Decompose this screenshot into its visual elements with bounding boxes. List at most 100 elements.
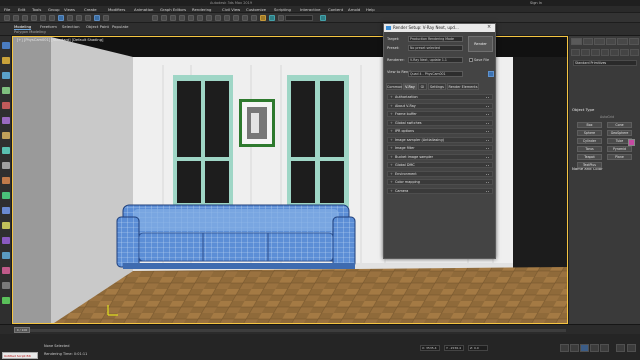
rollout-camera[interactable]: Camera xyxy=(387,187,493,194)
xref-icon[interactable] xyxy=(2,237,10,244)
render-setup-icon[interactable] xyxy=(269,15,275,21)
time-slider[interactable]: 0 / 100 xyxy=(14,327,30,333)
ribbon-tab-populate[interactable]: Populate xyxy=(112,24,129,29)
zoom-extents-icon[interactable] xyxy=(616,344,625,352)
play-icon[interactable] xyxy=(580,344,589,352)
hierarchy-tab-icon[interactable] xyxy=(594,38,605,45)
move-tool-icon[interactable] xyxy=(2,57,10,64)
shapes-icon[interactable] xyxy=(580,49,590,56)
coord-x-field[interactable]: X: 3535.4 xyxy=(420,345,440,351)
ribbon-tab-object-paint[interactable]: Object Paint xyxy=(86,24,109,29)
selection-set-dropdown[interactable] xyxy=(285,15,313,21)
modify-tab-icon[interactable] xyxy=(582,38,593,45)
display-tab-icon[interactable] xyxy=(617,38,628,45)
menu-item-file[interactable]: File xyxy=(4,7,10,12)
create-plane-button[interactable]: Plane xyxy=(607,154,632,160)
tab-common[interactable]: Common xyxy=(386,83,402,90)
spacewarp-icon[interactable] xyxy=(2,267,10,274)
prev-frame-icon[interactable] xyxy=(570,344,579,352)
object-type-header[interactable]: Object Type xyxy=(572,107,594,112)
camera-icon[interactable] xyxy=(2,102,10,109)
menu-item-views[interactable]: Views xyxy=(64,7,75,12)
tab-v-ray[interactable]: V-Ray xyxy=(403,83,417,90)
light-icon[interactable] xyxy=(2,72,10,79)
next-frame-icon[interactable] xyxy=(590,344,599,352)
render-button[interactable]: Render xyxy=(468,36,493,52)
rendered-frame-window-icon[interactable] xyxy=(278,15,284,21)
menu-item-graph-editors[interactable]: Graph Editors xyxy=(160,7,186,12)
render-production-icon[interactable] xyxy=(320,15,326,21)
create-textplus-button[interactable]: TextPlus xyxy=(577,162,602,168)
view-to-render-dropdown[interactable]: Quad 4 - PhysCam001 xyxy=(408,71,463,77)
time-track[interactable] xyxy=(14,329,566,332)
utilities-tab-icon[interactable] xyxy=(628,38,639,45)
tab-render-elements[interactable]: Render Elements xyxy=(447,83,479,90)
object-color-swatch[interactable] xyxy=(628,139,635,146)
reference-coord-icon[interactable] xyxy=(161,15,167,21)
renderer-dropdown[interactable]: V-Ray Next, update 1.1 xyxy=(408,57,463,63)
rollout-ipr-options[interactable]: IPR options xyxy=(387,128,493,134)
scale-icon[interactable] xyxy=(152,15,158,21)
go-to-start-icon[interactable] xyxy=(560,344,569,352)
menu-item-tools[interactable]: Tools xyxy=(32,7,41,12)
schematic-view-icon[interactable] xyxy=(251,15,257,21)
systems-icon[interactable] xyxy=(630,49,640,56)
create-box-button[interactable]: Box xyxy=(577,122,602,128)
create-cylinder-button[interactable]: Cylinder xyxy=(577,138,602,144)
helper-icon[interactable] xyxy=(2,87,10,94)
rollout-image-sampler-antialiasing[interactable]: Image sampler (Antialiasing) xyxy=(387,136,493,143)
select-by-name-icon[interactable] xyxy=(67,15,73,21)
undo-icon[interactable] xyxy=(4,15,10,21)
percent-snap-icon[interactable] xyxy=(197,15,203,21)
rollout-authorization[interactable]: Authorization xyxy=(387,94,493,100)
group-icon[interactable] xyxy=(2,132,10,139)
coord-z-field[interactable]: Z: 0.0 xyxy=(468,345,488,351)
layer-icon[interactable] xyxy=(2,207,10,214)
frozen-icon[interactable] xyxy=(2,177,10,184)
container-icon[interactable] xyxy=(2,222,10,229)
menu-item-scripting[interactable]: Scripting xyxy=(274,7,291,12)
spinner-snap-icon[interactable] xyxy=(206,15,212,21)
menu-item-interactive[interactable]: Interactive xyxy=(300,7,320,12)
menu-item-help[interactable]: Help xyxy=(366,7,375,12)
rollout-environment[interactable]: Environment xyxy=(387,170,493,177)
snap-icon[interactable] xyxy=(179,15,185,21)
layer-explorer-icon[interactable] xyxy=(233,15,239,21)
orbit-icon[interactable] xyxy=(627,344,636,352)
bind-space-warp-icon[interactable] xyxy=(40,15,46,21)
unlink-icon[interactable] xyxy=(31,15,37,21)
move-icon[interactable] xyxy=(94,15,100,21)
align-icon[interactable] xyxy=(224,15,230,21)
rollout-image-filter[interactable]: Image filter xyxy=(387,145,493,151)
create-tab-icon[interactable] xyxy=(571,38,582,45)
geometry-icon[interactable] xyxy=(571,49,580,56)
tab-gi[interactable]: GI xyxy=(418,83,427,90)
rollout-color-mapping[interactable]: Color mapping xyxy=(387,179,493,185)
menu-item-edit[interactable]: Edit xyxy=(18,7,25,12)
shape-icon[interactable] xyxy=(2,117,10,124)
create-sphere-button[interactable]: Sphere xyxy=(577,130,602,136)
hidden-icon[interactable] xyxy=(2,162,10,169)
rollout-frame-buffer[interactable]: Frame buffer xyxy=(387,111,493,117)
preset-dropdown[interactable]: No preset selected xyxy=(408,45,463,51)
bone-icon[interactable] xyxy=(2,147,10,154)
primitive-type-dropdown[interactable]: Standard Primitives xyxy=(573,60,637,66)
viewport-label[interactable]: [+] [PhysCam001] [Standard] [Default Sha… xyxy=(17,38,103,42)
cameras-icon[interactable] xyxy=(600,49,610,56)
filter-icon[interactable] xyxy=(2,282,10,289)
ribbon-tab-freeform[interactable]: Freeform xyxy=(40,24,57,29)
ribbon-tab-selection[interactable]: Selection xyxy=(62,24,80,29)
angle-snap-icon[interactable] xyxy=(188,15,194,21)
link-icon[interactable] xyxy=(22,15,28,21)
coord-y-field[interactable]: Y: -1536.4 xyxy=(444,345,464,351)
window-crossing-icon[interactable] xyxy=(85,15,91,21)
helpers-icon[interactable] xyxy=(610,49,620,56)
space-warps-icon[interactable] xyxy=(620,49,630,56)
particle-icon[interactable] xyxy=(2,252,10,259)
rect-region-icon[interactable] xyxy=(76,15,82,21)
checkbox-icon[interactable] xyxy=(469,58,473,62)
menu-item-civil-view[interactable]: Civil View xyxy=(222,7,240,12)
create-geosphere-button[interactable]: GeoSphere xyxy=(607,130,632,136)
close-icon[interactable]: × xyxy=(487,24,491,30)
lock-icon[interactable] xyxy=(488,71,494,77)
